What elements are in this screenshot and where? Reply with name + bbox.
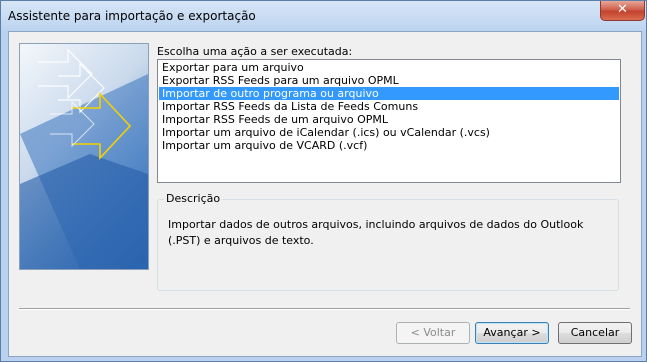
list-item-import-icalendar[interactable]: Importar um arquivo de iCalendar (.ics) … xyxy=(159,126,619,139)
list-item-export-file[interactable]: Exportar para um arquivo xyxy=(159,61,619,74)
description-text: Importar dados de outros arquivos, inclu… xyxy=(168,218,584,247)
window-title: Assistente para importação e exportação xyxy=(8,9,256,23)
action-label: Escolha uma ação a ser executada: xyxy=(157,45,353,58)
back-button[interactable]: < Voltar xyxy=(396,322,470,344)
list-item-export-rss-opml[interactable]: Exportar RSS Feeds para um arquivo OPML xyxy=(159,74,619,87)
cancel-button[interactable]: Cancelar xyxy=(558,322,632,344)
wizard-window: Assistente para importação e exportação … xyxy=(0,0,647,362)
description-group: Descrição Importar dados de outros arqui… xyxy=(157,192,619,291)
list-item-import-rss-opml[interactable]: Importar RSS Feeds de um arquivo OPML xyxy=(159,113,619,126)
title-bar[interactable]: Assistente para importação e exportação … xyxy=(1,1,646,31)
description-legend: Descrição xyxy=(164,192,223,205)
dialog-body: Escolha uma ação a ser executada: Export… xyxy=(8,31,642,357)
wizard-banner-image xyxy=(19,43,149,270)
list-item-import-vcard[interactable]: Importar um arquivo de VCARD (.vcf) xyxy=(159,139,619,152)
actions-listbox[interactable]: Exportar para um arquivo Exportar RSS Fe… xyxy=(157,59,621,183)
list-item-import-program-file[interactable]: Importar de outro programa ou arquivo xyxy=(159,87,619,100)
list-item-import-rss-common-feeds[interactable]: Importar RSS Feeds da Lista de Feeds Com… xyxy=(159,100,619,113)
arrows-graphic-icon xyxy=(20,48,148,269)
close-button[interactable]: ✕ xyxy=(600,1,645,21)
divider xyxy=(19,308,630,310)
next-button[interactable]: Avançar > xyxy=(475,322,549,344)
